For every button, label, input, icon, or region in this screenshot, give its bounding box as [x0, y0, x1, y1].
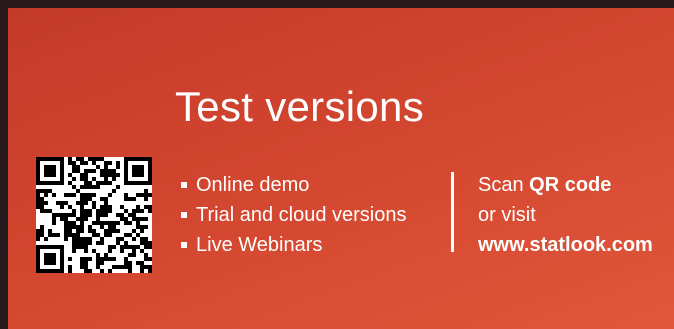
list-item-label: Trial and cloud versions — [196, 204, 407, 226]
list-item: Trial and cloud versions — [181, 200, 406, 230]
list-item: Online demo — [181, 170, 406, 200]
promo-card: Test versions Online demo Trial and clou… — [8, 8, 674, 329]
qr-code-icon — [36, 157, 152, 273]
bullet-icon — [181, 182, 187, 188]
scan-line: Scan QR code — [478, 170, 653, 200]
or-visit-text: or visit — [478, 204, 536, 226]
qr-code-image[interactable] — [36, 157, 152, 273]
bullet-icon — [181, 212, 187, 218]
list-item-label: Live Webinars — [196, 234, 323, 256]
list-item: Live Webinars — [181, 230, 406, 260]
scan-prefix: Scan — [478, 174, 524, 196]
website-link[interactable]: www.statlook.com — [478, 230, 653, 260]
scan-info: Scan QR code or visit www.statlook.com — [478, 170, 653, 260]
list-item-label: Online demo — [196, 174, 310, 196]
qr-code-label: QR code — [529, 174, 612, 196]
page-title: Test versions — [175, 83, 424, 130]
bullet-icon — [181, 242, 187, 248]
feature-list: Online demo Trial and cloud versions Liv… — [181, 170, 406, 260]
divider — [451, 172, 454, 252]
